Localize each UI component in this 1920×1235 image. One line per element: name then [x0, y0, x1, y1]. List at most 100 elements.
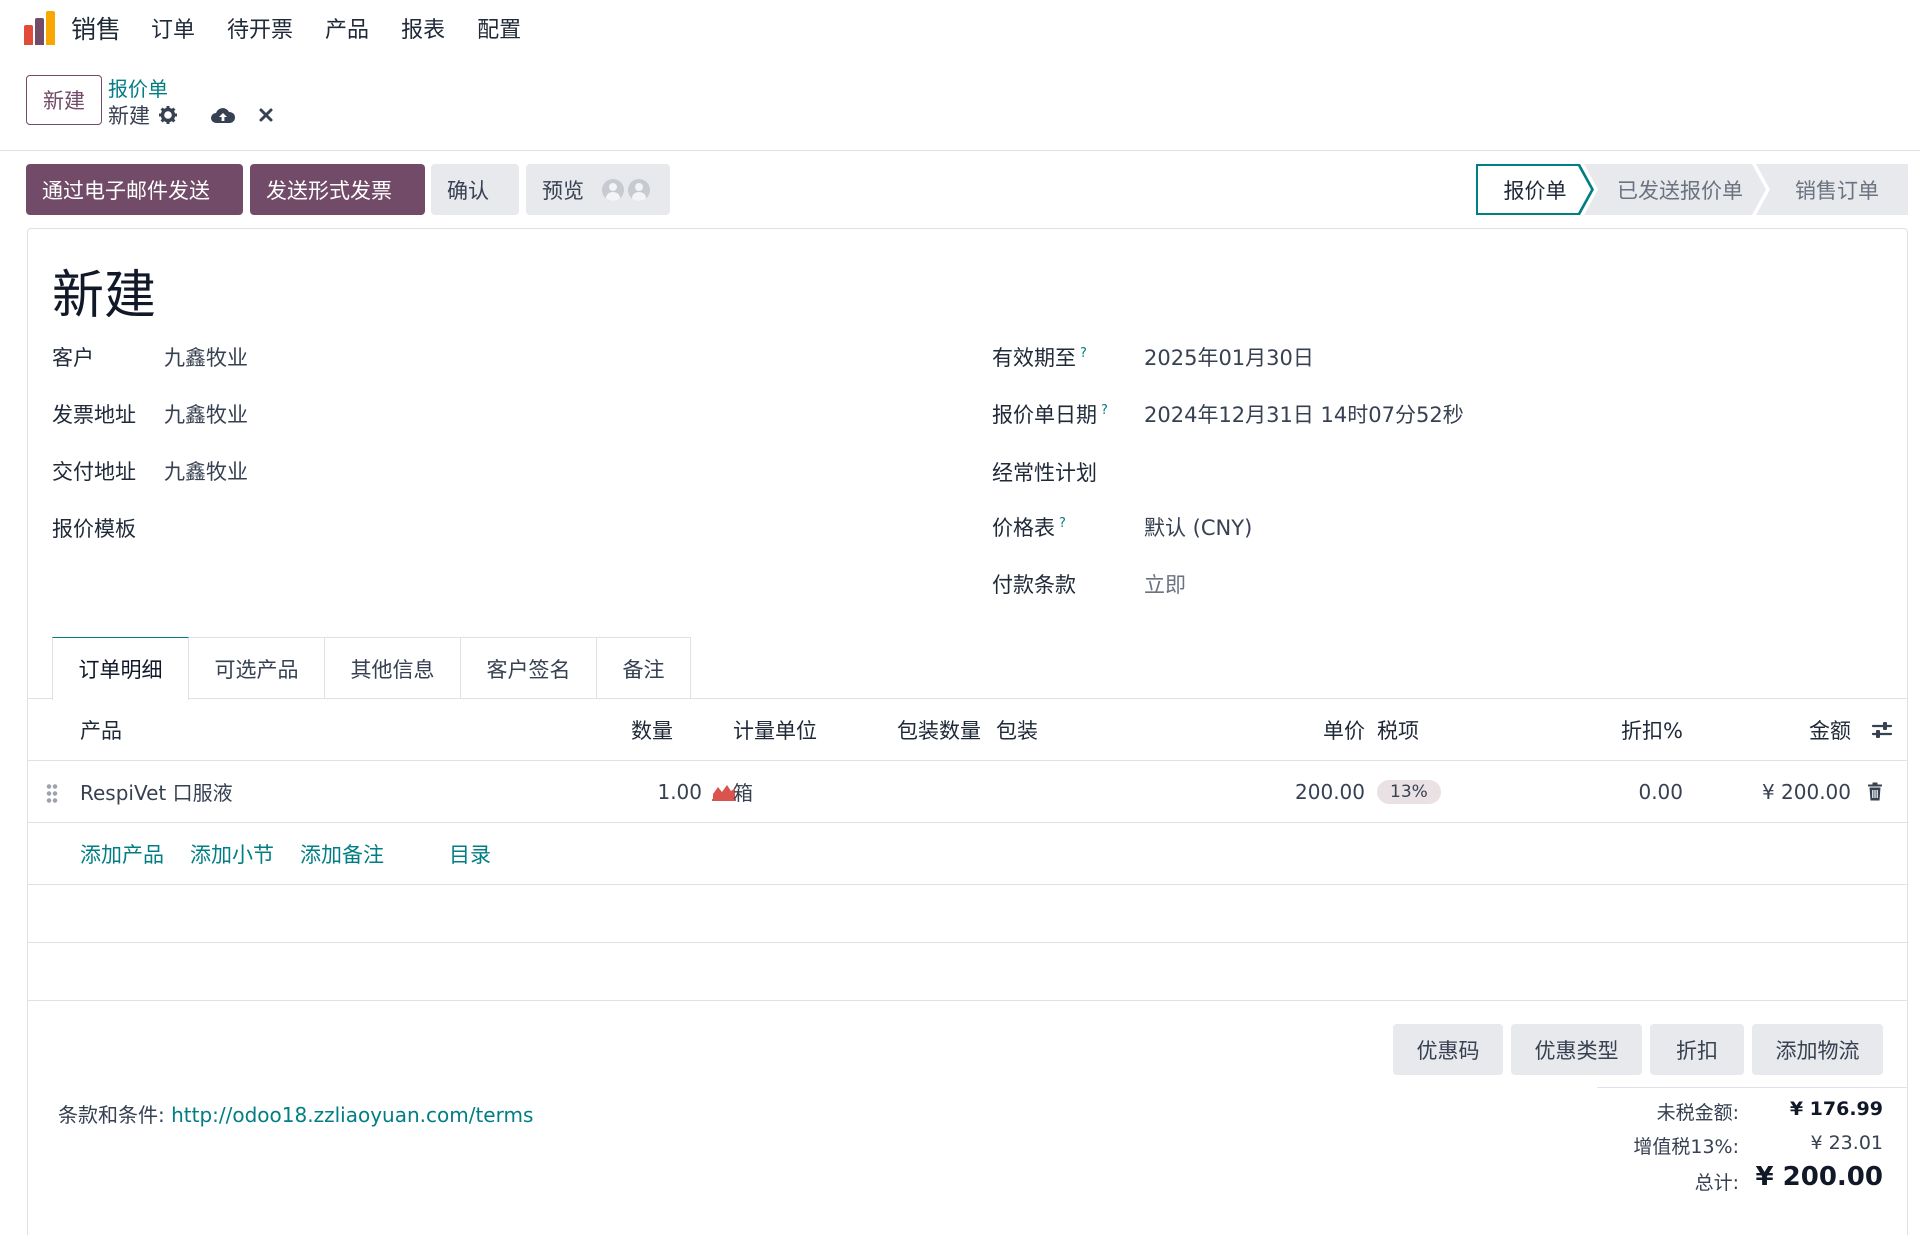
tax-row: 增值税13%: ¥ 23.01: [1597, 1126, 1907, 1160]
col-taxes[interactable]: 税项: [1377, 699, 1419, 760]
pricelist-label-text: 价格表: [992, 516, 1055, 540]
col-unit-price[interactable]: 单价: [1323, 699, 1365, 760]
field-validity: 有效期至? 2025年01月30日: [992, 342, 1314, 372]
col-packaging[interactable]: 包装: [996, 699, 1038, 760]
field-pricelist: 价格表? 默认 (CNY): [992, 512, 1252, 542]
coupon-code-button[interactable]: 优惠码: [1393, 1024, 1503, 1075]
row-taxes[interactable]: 13%: [1377, 761, 1441, 822]
stage-sales-order-label: 销售订单: [1795, 178, 1879, 203]
validity-date-input[interactable]: 2025年01月30日: [1144, 342, 1314, 372]
gear-icon[interactable]: [158, 105, 178, 125]
menu-orders[interactable]: 订单: [151, 12, 195, 44]
row-unit-price[interactable]: 200.00: [1295, 761, 1365, 822]
total-row: 总计: ¥ 200.00: [1597, 1160, 1907, 1200]
tab-optional-products[interactable]: 可选产品: [188, 637, 325, 699]
send-by-email-button[interactable]: 通过电子邮件发送: [26, 164, 243, 215]
discount-button[interactable]: 折扣: [1650, 1024, 1744, 1075]
notebook-tabs: 订单明细 可选产品 其他信息 客户签名 备注: [52, 637, 691, 700]
row-discount[interactable]: 0.00: [1638, 761, 1683, 822]
add-shipping-button[interactable]: 添加物流: [1752, 1024, 1883, 1075]
cloud-upload-icon[interactable]: [210, 105, 236, 125]
catalog-link[interactable]: 目录: [449, 823, 491, 885]
quotation-template-input[interactable]: [164, 512, 464, 536]
payment-terms-label: 付款条款: [992, 573, 1076, 597]
payment-terms-input[interactable]: 立即: [1144, 569, 1186, 599]
add-section-link[interactable]: 添加小节: [190, 823, 274, 885]
discard-close-icon[interactable]: [258, 107, 274, 123]
drag-handle-icon[interactable]: [46, 783, 58, 803]
field-customer: 客户 九鑫牧业: [52, 342, 248, 372]
col-amount[interactable]: 金额: [1809, 699, 1851, 760]
help-icon[interactable]: ?: [1080, 346, 1087, 361]
terms-link[interactable]: http://odoo18.zzliaoyuan.com/terms: [171, 1103, 533, 1127]
stage-quotation-sent[interactable]: 已发送报价单: [1584, 164, 1766, 215]
add-note-link[interactable]: 添加备注: [300, 823, 384, 885]
row-product[interactable]: RespiVet 口服液: [80, 761, 233, 822]
new-record-button[interactable]: 新建: [26, 75, 102, 125]
tax-label: 增值税13%:: [1633, 1136, 1739, 1158]
col-product[interactable]: 产品: [80, 699, 122, 760]
pricelist-label: 价格表?: [992, 512, 1144, 542]
tab-order-lines[interactable]: 订单明细: [52, 637, 189, 700]
delivery-address-input[interactable]: 九鑫牧业: [164, 456, 248, 486]
send-proforma-invoice-button[interactable]: 发送形式发票: [250, 164, 425, 215]
col-quantity[interactable]: 数量: [631, 699, 673, 760]
col-uom[interactable]: 计量单位: [733, 699, 817, 760]
invoice-address-label: 发票地址: [52, 403, 136, 427]
help-icon[interactable]: ?: [1059, 516, 1066, 531]
quotation-template-label: 报价模板: [52, 517, 136, 541]
stage-quotation-sent-label: 已发送报价单: [1617, 178, 1743, 203]
order-lines-header: 产品 数量 计量单位 包装数量 包装 单价 税项 折扣% 金额: [28, 699, 1907, 761]
invoice-address-input[interactable]: 九鑫牧业: [164, 399, 248, 429]
form-sheet: 新建 客户 九鑫牧业 发票地址 九鑫牧业 交付地址 九鑫牧业 报价模板 有效期至…: [27, 228, 1908, 1235]
field-quotation-date: 报价单日期? 2024年12月31日 14时07分52秒: [992, 399, 1464, 429]
customer-input[interactable]: 九鑫牧业: [164, 342, 248, 372]
row-amount: ¥ 200.00: [1761, 779, 1851, 804]
field-quotation-template: 报价模板: [52, 512, 464, 543]
status-bar: 报价单 已发送报价单 销售订单: [1476, 164, 1908, 215]
field-payment-terms: 付款条款 立即: [992, 569, 1186, 599]
recurring-plan-input[interactable]: [1144, 456, 1444, 480]
help-icon[interactable]: ?: [1101, 403, 1108, 418]
quotation-date-input[interactable]: 2024年12月31日 14时07分52秒: [1144, 399, 1464, 429]
tab-customer-signature[interactable]: 客户签名: [460, 637, 597, 699]
tab-other-info[interactable]: 其他信息: [324, 637, 461, 699]
preview-button[interactable]: 预览: [526, 164, 670, 215]
trash-icon[interactable]: [1867, 761, 1883, 822]
record-title-line: 新建: [108, 100, 274, 130]
menu-configuration[interactable]: 配置: [477, 12, 521, 44]
customer-label: 客户: [52, 346, 94, 370]
terms-label: 条款和条件:: [58, 1103, 165, 1127]
tab-notes[interactable]: 备注: [596, 637, 691, 699]
promotion-type-button[interactable]: 优惠类型: [1511, 1024, 1642, 1075]
pricelist-input[interactable]: 默认 (CNY): [1144, 512, 1252, 542]
validity-label-text: 有效期至: [992, 346, 1076, 370]
validity-label: 有效期至?: [992, 342, 1144, 372]
add-line-row: 添加产品 添加小节 添加备注 目录: [28, 823, 1907, 885]
sales-app-logo[interactable]: [24, 10, 55, 45]
empty-row: [28, 943, 1907, 1001]
top-navbar: 销售 订单 待开票 产品 报表 配置: [0, 0, 1920, 55]
row-uom[interactable]: 箱: [733, 761, 753, 822]
recurring-plan-label: 经常性计划: [992, 461, 1097, 485]
add-product-link[interactable]: 添加产品: [80, 823, 164, 885]
avatar-icon: [628, 178, 650, 201]
field-delivery-address: 交付地址 九鑫牧业: [52, 456, 248, 486]
quotation-date-label: 报价单日期?: [992, 399, 1144, 429]
stage-sales-order[interactable]: 销售订单: [1756, 164, 1908, 215]
row-quantity[interactable]: 1.00: [657, 761, 702, 822]
col-discount[interactable]: 折扣%: [1621, 699, 1683, 760]
stage-quotation[interactable]: 报价单: [1476, 164, 1594, 215]
tax-amount: ¥ 23.01: [1810, 1132, 1883, 1154]
table-row[interactable]: RespiVet 口服液 1.00 箱 200.00 13% 0.00 ¥ 20…: [28, 761, 1907, 823]
app-name[interactable]: 销售: [71, 10, 121, 46]
confirm-button[interactable]: 确认: [431, 164, 519, 215]
menu-to-invoice[interactable]: 待开票: [227, 12, 293, 44]
breadcrumb-quotations[interactable]: 报价单: [108, 73, 168, 102]
menu-products[interactable]: 产品: [325, 12, 369, 44]
menu-reporting[interactable]: 报表: [401, 12, 445, 44]
control-panel: 新建 报价单 新建: [0, 55, 1920, 151]
column-settings-icon[interactable]: [1871, 699, 1893, 760]
col-packaging-qty[interactable]: 包装数量: [897, 699, 981, 760]
delivery-address-label: 交付地址: [52, 460, 136, 484]
